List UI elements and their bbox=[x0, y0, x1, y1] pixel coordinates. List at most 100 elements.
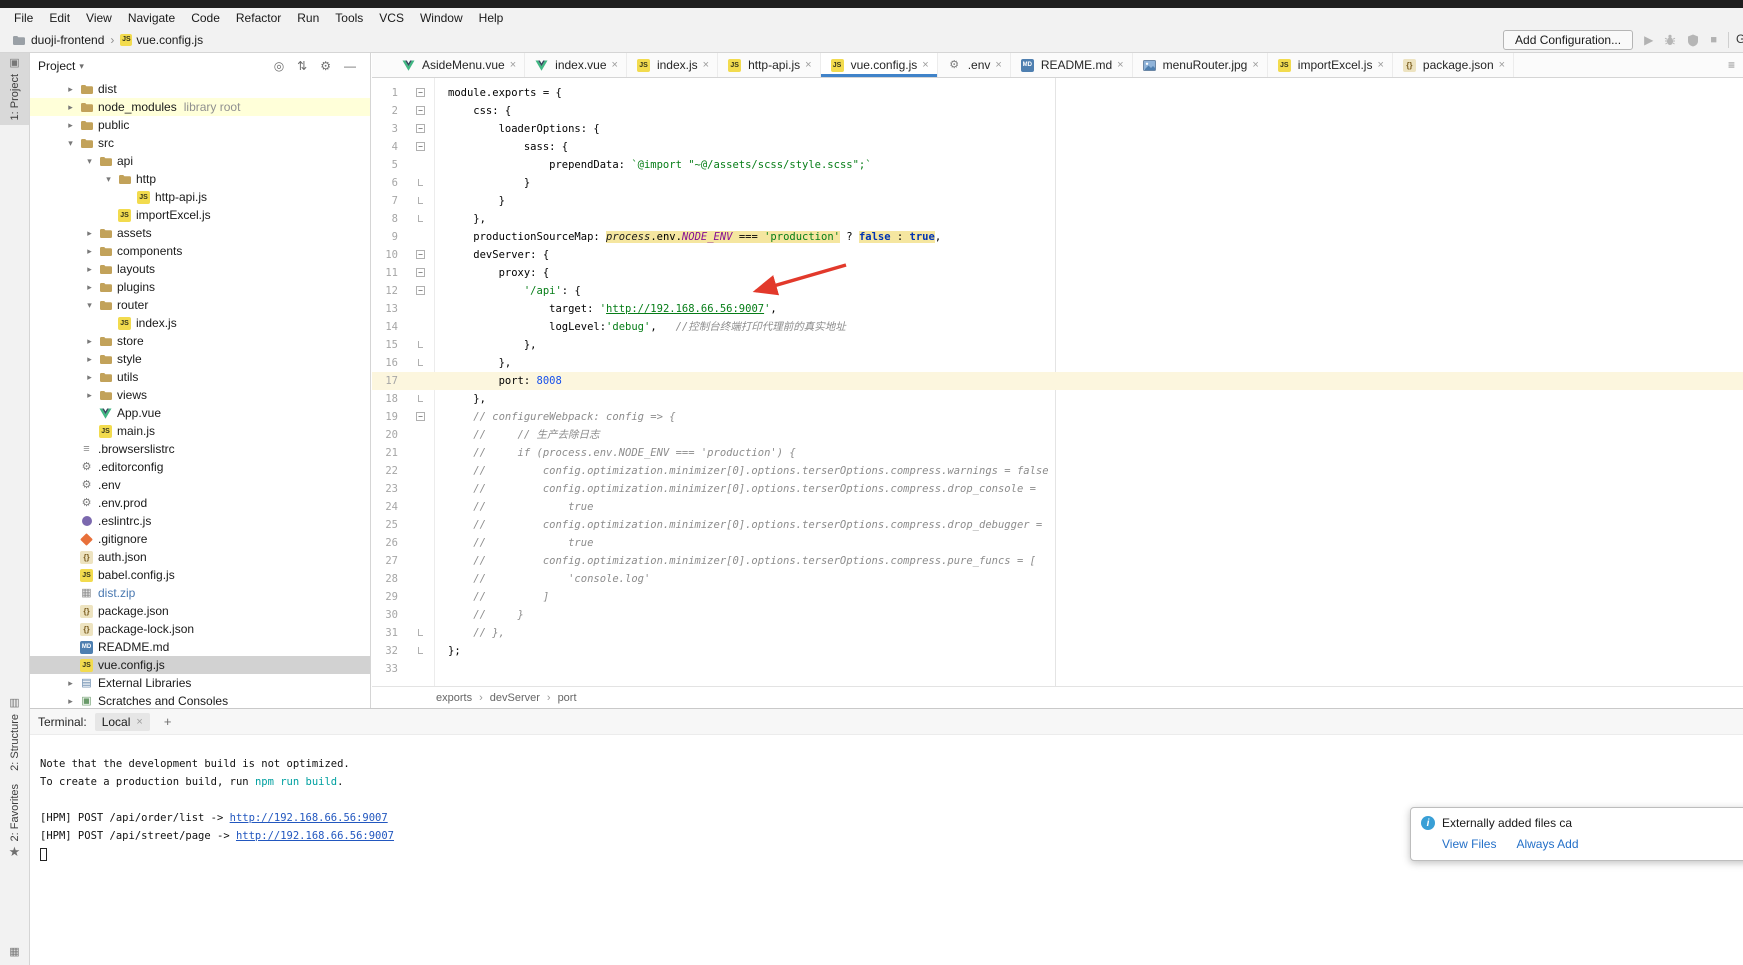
code-line-31[interactable]: 31 // }, bbox=[372, 624, 1743, 642]
tree-item-env-prod[interactable]: ⚙.env.prod bbox=[30, 494, 370, 512]
menu-vcs[interactable]: VCS bbox=[371, 11, 412, 25]
chevron-right-icon[interactable]: ▸ bbox=[82, 242, 97, 260]
tab-env[interactable]: ⚙.env× bbox=[938, 53, 1011, 77]
code-line-22[interactable]: 22 // config.optimization.minimizer[0].o… bbox=[372, 462, 1743, 480]
gear-icon[interactable]: ⚙ bbox=[320, 59, 331, 73]
code-line-16[interactable]: 16 }, bbox=[372, 354, 1743, 372]
close-tab-icon[interactable]: × bbox=[805, 59, 811, 71]
tree-item-router[interactable]: ▾router bbox=[30, 296, 370, 314]
tab-menurouter-jpg[interactable]: menuRouter.jpg× bbox=[1133, 53, 1268, 77]
menu-navigate[interactable]: Navigate bbox=[120, 11, 183, 25]
code-line-24[interactable]: 24 // true bbox=[372, 498, 1743, 516]
close-tab-icon[interactable]: × bbox=[1252, 59, 1258, 71]
tool-button-project[interactable]: ▣ 1: Project bbox=[0, 53, 29, 125]
fold-end-marker-icon[interactable] bbox=[418, 629, 423, 636]
fold-end-marker-icon[interactable] bbox=[418, 647, 423, 654]
tab-asidemenu-vue[interactable]: AsideMenu.vue× bbox=[392, 53, 525, 77]
always-add-link[interactable]: Always Add bbox=[1516, 837, 1578, 851]
menu-file[interactable]: File bbox=[6, 11, 41, 25]
tree-item-views[interactable]: ▸views bbox=[30, 386, 370, 404]
tree-item-dist[interactable]: ▸dist bbox=[30, 80, 370, 98]
code-line-27[interactable]: 27 // config.optimization.minimizer[0].o… bbox=[372, 552, 1743, 570]
tab-index-vue[interactable]: index.vue× bbox=[525, 53, 627, 77]
close-tab-icon[interactable]: × bbox=[510, 59, 516, 71]
close-tab-icon[interactable]: × bbox=[995, 59, 1001, 71]
close-tab-icon[interactable]: × bbox=[1499, 59, 1505, 71]
tool-window-switcher[interactable]: ▦ bbox=[0, 942, 29, 963]
chevron-right-icon[interactable]: ▸ bbox=[63, 116, 78, 134]
tree-item-eslintrc-js[interactable]: .eslintrc.js bbox=[30, 512, 370, 530]
chevron-right-icon[interactable]: ▸ bbox=[82, 350, 97, 368]
tab-index-js[interactable]: JSindex.js× bbox=[627, 53, 718, 77]
chevron-right-icon[interactable]: ▸ bbox=[63, 98, 78, 116]
code-line-11[interactable]: 11− proxy: { bbox=[372, 264, 1743, 282]
tree-item-editorconfig[interactable]: ⚙.editorconfig bbox=[30, 458, 370, 476]
code-line-12[interactable]: 12− '/api': { bbox=[372, 282, 1743, 300]
menu-run[interactable]: Run bbox=[289, 11, 327, 25]
tabs-list-icon[interactable]: ≡ bbox=[1728, 58, 1743, 72]
breadcrumb-project[interactable]: duoji-frontend bbox=[31, 33, 104, 47]
tree-item-browserslistrc[interactable]: ≡.browserslistrc bbox=[30, 440, 370, 458]
chevron-down-icon[interactable]: ▾ bbox=[63, 134, 78, 152]
tree-item-assets[interactable]: ▸assets bbox=[30, 224, 370, 242]
menu-refactor[interactable]: Refactor bbox=[228, 11, 289, 25]
tree-item-babel-config-js[interactable]: JSbabel.config.js bbox=[30, 566, 370, 584]
terminal-link[interactable]: http://192.168.66.56:9007 bbox=[236, 830, 394, 842]
close-tab-icon[interactable]: × bbox=[1117, 59, 1123, 71]
menu-tools[interactable]: Tools bbox=[327, 11, 371, 25]
locate-file-icon[interactable]: ◎ bbox=[274, 59, 284, 73]
tree-item-main-js[interactable]: JSmain.js bbox=[30, 422, 370, 440]
tree-item-api[interactable]: ▾api bbox=[30, 152, 370, 170]
chevron-down-icon[interactable]: ▾ bbox=[79, 61, 84, 72]
hide-panel-icon[interactable]: ― bbox=[344, 59, 356, 73]
tool-button-favorites[interactable]: 2: Favorites ★ bbox=[0, 779, 29, 862]
code-line-14[interactable]: 14 logLevel:'debug', //控制台终端打印代理前的真实地址 bbox=[372, 318, 1743, 336]
code-line-17[interactable]: 17 port: 8008 bbox=[372, 372, 1743, 390]
code-line-32[interactable]: 32}; bbox=[372, 642, 1743, 660]
fold-marker-icon[interactable]: − bbox=[416, 124, 425, 133]
chevron-right-icon[interactable]: ▸ bbox=[82, 368, 97, 386]
tree-item-style[interactable]: ▸style bbox=[30, 350, 370, 368]
new-terminal-icon[interactable]: + bbox=[158, 714, 178, 729]
breadcrumb-devserver[interactable]: devServer bbox=[490, 692, 540, 704]
coverage-icon[interactable] bbox=[1687, 34, 1699, 47]
tree-item-package-lock-json[interactable]: {}package-lock.json bbox=[30, 620, 370, 638]
git-branch-widget[interactable]: Git: bbox=[1736, 32, 1743, 46]
code-line-26[interactable]: 26 // true bbox=[372, 534, 1743, 552]
fold-marker-icon[interactable]: − bbox=[416, 268, 425, 277]
chevron-down-icon[interactable]: ▾ bbox=[101, 170, 116, 188]
tree-item-external-libraries[interactable]: ▸▤External Libraries bbox=[30, 674, 370, 692]
fold-marker-icon[interactable]: − bbox=[416, 250, 425, 259]
chevron-down-icon[interactable]: ▾ bbox=[82, 152, 97, 170]
chevron-right-icon[interactable]: ▸ bbox=[63, 692, 78, 708]
tree-item-src[interactable]: ▾src bbox=[30, 134, 370, 152]
code-line-4[interactable]: 4− sass: { bbox=[372, 138, 1743, 156]
tree-item-layouts[interactable]: ▸layouts bbox=[30, 260, 370, 278]
chevron-right-icon[interactable]: ▸ bbox=[63, 80, 78, 98]
code-line-18[interactable]: 18 }, bbox=[372, 390, 1743, 408]
tree-item-vue-config-js[interactable]: JSvue.config.js bbox=[30, 656, 370, 674]
add-configuration-button[interactable]: Add Configuration... bbox=[1503, 30, 1633, 50]
code-line-19[interactable]: 19− // configureWebpack: config => { bbox=[372, 408, 1743, 426]
menu-view[interactable]: View bbox=[78, 11, 120, 25]
code-line-1[interactable]: 1−module.exports = { bbox=[372, 84, 1743, 102]
debug-icon[interactable] bbox=[1664, 34, 1676, 46]
code-line-2[interactable]: 2− css: { bbox=[372, 102, 1743, 120]
fold-end-marker-icon[interactable] bbox=[418, 359, 423, 366]
chevron-right-icon[interactable]: ▸ bbox=[63, 674, 78, 692]
tree-item-http-api-js[interactable]: JShttp-api.js bbox=[30, 188, 370, 206]
code-line-5[interactable]: 5 prependData: `@import "~@/assets/scss/… bbox=[372, 156, 1743, 174]
tree-item-http[interactable]: ▾http bbox=[30, 170, 370, 188]
fold-marker-icon[interactable]: − bbox=[416, 286, 425, 295]
tab-package-json[interactable]: {}package.json× bbox=[1393, 53, 1514, 77]
tree-item-store[interactable]: ▸store bbox=[30, 332, 370, 350]
tree-item-env[interactable]: ⚙.env bbox=[30, 476, 370, 494]
fold-end-marker-icon[interactable] bbox=[418, 395, 423, 402]
breadcrumb-port[interactable]: port bbox=[558, 692, 577, 704]
run-icon[interactable]: ▶ bbox=[1644, 33, 1653, 47]
code-line-8[interactable]: 8 }, bbox=[372, 210, 1743, 228]
code-line-25[interactable]: 25 // config.optimization.minimizer[0].o… bbox=[372, 516, 1743, 534]
menu-code[interactable]: Code bbox=[183, 11, 228, 25]
tree-item-plugins[interactable]: ▸plugins bbox=[30, 278, 370, 296]
stop-icon[interactable]: ■ bbox=[1710, 34, 1717, 46]
